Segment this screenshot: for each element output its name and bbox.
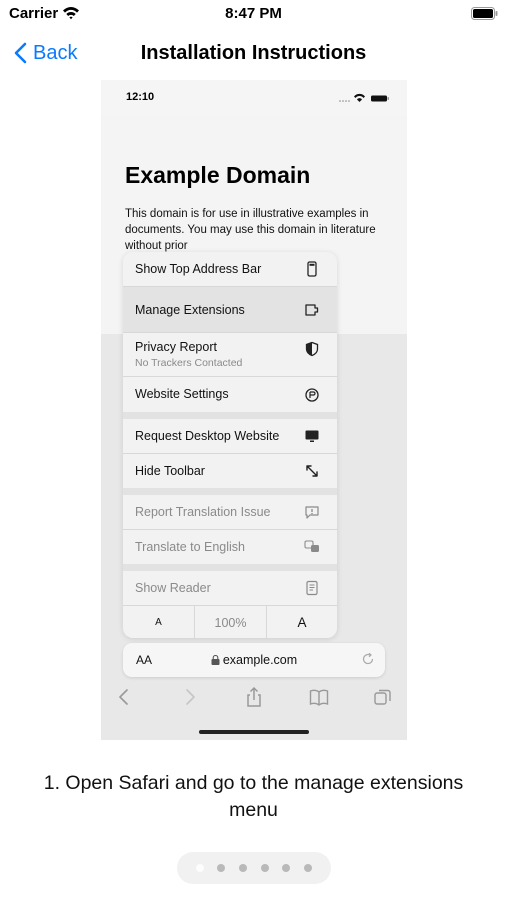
status-bar: Carrier 8:47 PM <box>0 0 507 28</box>
share-icon <box>247 686 261 707</box>
battery-icon <box>471 7 498 20</box>
navigation-bar: Back Installation Instructions <box>0 32 507 74</box>
tutorial-toolbar <box>101 680 407 716</box>
menu-show-reader: Show Reader <box>123 571 337 605</box>
reload-icon <box>362 652 374 665</box>
page-dot-3[interactable] <box>239 864 247 872</box>
menu-hide-toolbar: Hide Toolbar <box>123 454 337 488</box>
bookmarks-icon <box>309 689 329 706</box>
translate-icon <box>304 540 319 552</box>
page-title: Installation Instructions <box>140 42 367 64</box>
menu-report-translation-issue: Report Translation Issue <box>123 495 337 529</box>
menu-show-top-address-bar: Show Top Address Bar <box>123 252 337 286</box>
safari-page-menu: Show Top Address Bar Manage Extensions P… <box>123 252 337 638</box>
tutorial-status-time: 12:10 <box>126 91 155 103</box>
menu-translate-to-english: Translate to English <box>123 530 337 564</box>
desktop-icon <box>305 430 319 442</box>
tutorial-status-bar: 12:10 <box>101 80 407 116</box>
instruction-text: 1. Open Safari and go to the manage exte… <box>43 772 464 821</box>
zoom-in-label: A <box>297 615 307 630</box>
tutorial-screenshot: 12:10 Example Domain This domain is for … <box>101 80 407 740</box>
shield-icon <box>305 341 319 357</box>
menu-gap <box>123 488 337 495</box>
zoom-level: 100% <box>214 615 247 630</box>
menu-gap <box>123 412 337 419</box>
website-settings-icon <box>305 388 319 402</box>
menu-gap <box>123 564 337 571</box>
page-dot-4[interactable] <box>261 864 269 872</box>
lock-icon <box>211 654 220 665</box>
url-field: example.com <box>123 653 385 667</box>
page-dot-2[interactable] <box>217 864 225 872</box>
tutorial-status-icons <box>339 93 389 102</box>
extension-icon <box>305 304 319 316</box>
zoom-out-label: A <box>155 617 162 628</box>
forward-arrow-icon <box>186 689 195 705</box>
status-time: 8:47 PM <box>225 5 282 22</box>
tabs-icon <box>374 689 391 705</box>
page-dot-5[interactable] <box>282 864 290 872</box>
expand-arrows-icon <box>306 465 318 477</box>
menu-manage-extensions: Manage Extensions <box>123 287 337 332</box>
privacy-report-sublabel: No Trackers Contacted <box>135 357 243 369</box>
home-indicator <box>199 730 309 734</box>
url-text: example.com <box>222 653 298 667</box>
page-dot-1[interactable] <box>196 864 204 872</box>
menu-website-settings: Website Settings <box>123 377 337 412</box>
tutorial-page-heading: Example Domain <box>125 162 311 188</box>
zoom-controls: A 100% A <box>123 605 337 638</box>
page-control[interactable] <box>177 852 331 884</box>
page-dot-6[interactable] <box>304 864 312 872</box>
menu-request-desktop-website: Request Desktop Website <box>123 419 337 453</box>
tutorial-page-body: This domain is for use in illustrative e… <box>125 208 376 252</box>
menu-privacy-report: Privacy Report No Trackers Contacted <box>123 333 337 376</box>
reader-icon <box>306 580 318 596</box>
tutorial-address-bar: AA example.com <box>123 643 385 677</box>
phone-top-bar-icon <box>307 261 317 277</box>
speech-bubble-exclamation-icon <box>305 506 319 519</box>
back-arrow-icon <box>119 689 128 705</box>
